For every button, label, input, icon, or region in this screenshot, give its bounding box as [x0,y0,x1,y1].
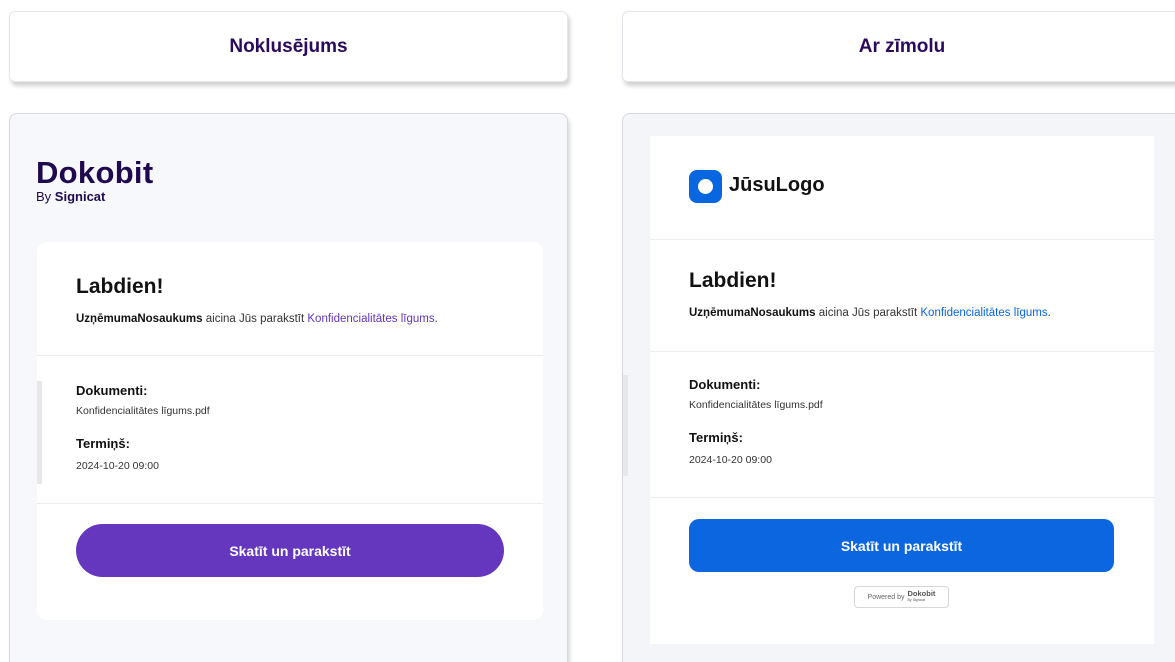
dokobit-logo: Dokobit By Signicat [36,157,153,204]
company-name: UzņēmumaNosaukums [76,313,203,325]
tab-default-label: Noklusējums [229,35,348,57]
documents-accent-bar [37,381,42,484]
view-and-sign-button[interactable]: Skatīt un parakstīt [689,519,1114,572]
deadline-label: Termiņš: [76,436,130,451]
document-link[interactable]: Konfidencialitātes līgums [920,307,1047,319]
dokobit-logo-word: Dokobit [36,155,154,190]
invite-line: UzņēmumaNosaukums aicina Jūs parakstīt K… [76,313,438,325]
documents-accent-bar [623,375,628,476]
tab-default[interactable]: Noklusējums [9,11,568,82]
brand-header: JūsuLogo [650,136,1154,240]
documents-section: Dokumenti: Konfidencialitātes līgums.pdf… [623,352,1154,498]
email-card: Labdien! UzņēmumaNosaukums aicina Jūs pa… [37,242,543,620]
default-email-preview: Dokobit By Signicat Labdien! UzņēmumaNos… [9,113,568,662]
greeting-title: Labdien! [76,275,164,298]
tab-branded[interactable]: Ar zīmolu [622,11,1175,82]
greeting-section: Labdien! UzņēmumaNosaukums aicina Jūs pa… [650,240,1154,352]
document-file: Konfidencialitātes līgums.pdf [689,399,823,411]
dokobit-logo-sub: By Signicat [36,189,106,204]
document-link[interactable]: Konfidencialitātes līgums [307,313,434,325]
deadline-label: Termiņš: [689,430,743,445]
deadline-value: 2024-10-20 09:00 [689,454,772,466]
deadline-value: 2024-10-20 09:00 [76,460,159,472]
documents-section: Dokumenti: Konfidencialitātes līgums.pdf… [37,356,543,504]
email-card: JūsuLogo Labdien! UzņēmumaNosaukums aici… [623,136,1154,644]
company-name: UzņēmumaNosaukums [689,307,816,319]
brand-logo-text: JūsuLogo [729,174,825,196]
greeting-section: Labdien! UzņēmumaNosaukums aicina Jūs pa… [37,242,543,356]
greeting-title: Labdien! [689,269,777,292]
powered-by-badge[interactable]: Powered by Dokobit By Signicat [854,586,949,608]
documents-label: Dokumenti: [76,383,148,398]
rounded-square-circle-icon [689,170,722,203]
branded-email-preview: JūsuLogo Labdien! UzņēmumaNosaukums aici… [622,113,1175,662]
powered-by-text: Powered by [867,593,905,601]
documents-label: Dokumenti: [689,377,761,392]
tab-branded-label: Ar zīmolu [858,35,946,57]
powered-by-logo: Dokobit By Signicat [907,589,936,602]
invite-line: UzņēmumaNosaukums aicina Jūs parakstīt K… [689,307,1051,319]
document-file: Konfidencialitātes līgums.pdf [76,405,210,417]
view-and-sign-button[interactable]: Skatīt un parakstīt [76,524,504,577]
